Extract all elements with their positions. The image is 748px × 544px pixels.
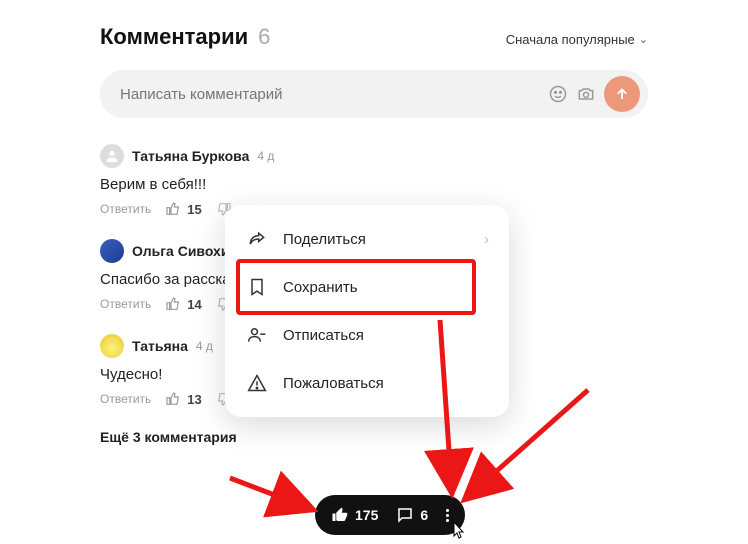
thumb-up-icon (165, 296, 181, 312)
like-button[interactable]: 13 (165, 391, 201, 407)
show-more-comments[interactable]: Ещё 3 комментария (100, 429, 648, 445)
camera-icon[interactable] (572, 80, 600, 108)
thumb-up-icon (331, 506, 349, 524)
bookmark-icon (247, 277, 267, 297)
sort-label: Сначала популярные (506, 32, 635, 47)
comment-author[interactable]: Татьяна (132, 338, 188, 354)
comment-body: Верим в себя!!! (100, 176, 648, 193)
send-button[interactable] (604, 76, 640, 112)
menu-save[interactable]: Сохранить (225, 263, 509, 311)
menu-report[interactable]: Пожаловаться (225, 359, 509, 407)
reply-button[interactable]: Ответить (100, 297, 151, 311)
person-remove-icon (247, 325, 267, 345)
pill-comments-count: 6 (420, 507, 428, 523)
reply-button[interactable]: Ответить (100, 392, 151, 406)
pill-like-count: 175 (355, 507, 378, 523)
reply-button[interactable]: Ответить (100, 202, 151, 216)
action-bar: 175 6 (315, 495, 465, 535)
thumb-up-icon (165, 201, 181, 217)
comments-count: 6 (258, 24, 270, 50)
menu-share-label: Поделиться (283, 231, 366, 248)
comment-age: 4 д (257, 149, 274, 163)
like-button[interactable]: 15 (165, 201, 201, 217)
menu-share[interactable]: Поделиться › (225, 215, 509, 263)
pill-comments-button[interactable]: 6 (396, 506, 428, 524)
menu-unsubscribe-label: Отписаться (283, 327, 364, 344)
chevron-down-icon: ⌄ (639, 33, 648, 46)
pill-more-button[interactable] (446, 508, 449, 523)
avatar[interactable] (100, 239, 124, 263)
like-count: 15 (187, 202, 201, 217)
emoji-icon[interactable] (544, 80, 572, 108)
share-icon (247, 229, 267, 249)
menu-save-label: Сохранить (283, 279, 358, 296)
warning-icon (247, 373, 267, 393)
more-icon (446, 519, 449, 522)
sort-select[interactable]: Сначала популярные ⌄ (506, 32, 648, 47)
chevron-right-icon: › (484, 231, 489, 248)
like-count: 14 (187, 297, 201, 312)
menu-report-label: Пожаловаться (283, 375, 384, 392)
comments-title: Комментарии (100, 24, 248, 50)
menu-unsubscribe[interactable]: Отписаться (225, 311, 509, 359)
like-button[interactable]: 14 (165, 296, 201, 312)
more-icon (446, 514, 449, 517)
avatar[interactable] (100, 144, 124, 168)
comment-input[interactable] (120, 86, 544, 103)
pill-like-button[interactable]: 175 (331, 506, 378, 524)
comment-compose[interactable] (100, 70, 648, 118)
comment-author[interactable]: Татьяна Буркова (132, 148, 249, 164)
comment-age: 4 д (196, 339, 213, 353)
more-icon (446, 509, 449, 512)
comment-icon (396, 506, 414, 524)
avatar[interactable] (100, 334, 124, 358)
thumb-up-icon (165, 391, 181, 407)
context-menu: Поделиться › Сохранить Отписаться Пожало… (225, 205, 509, 417)
like-count: 13 (187, 392, 201, 407)
